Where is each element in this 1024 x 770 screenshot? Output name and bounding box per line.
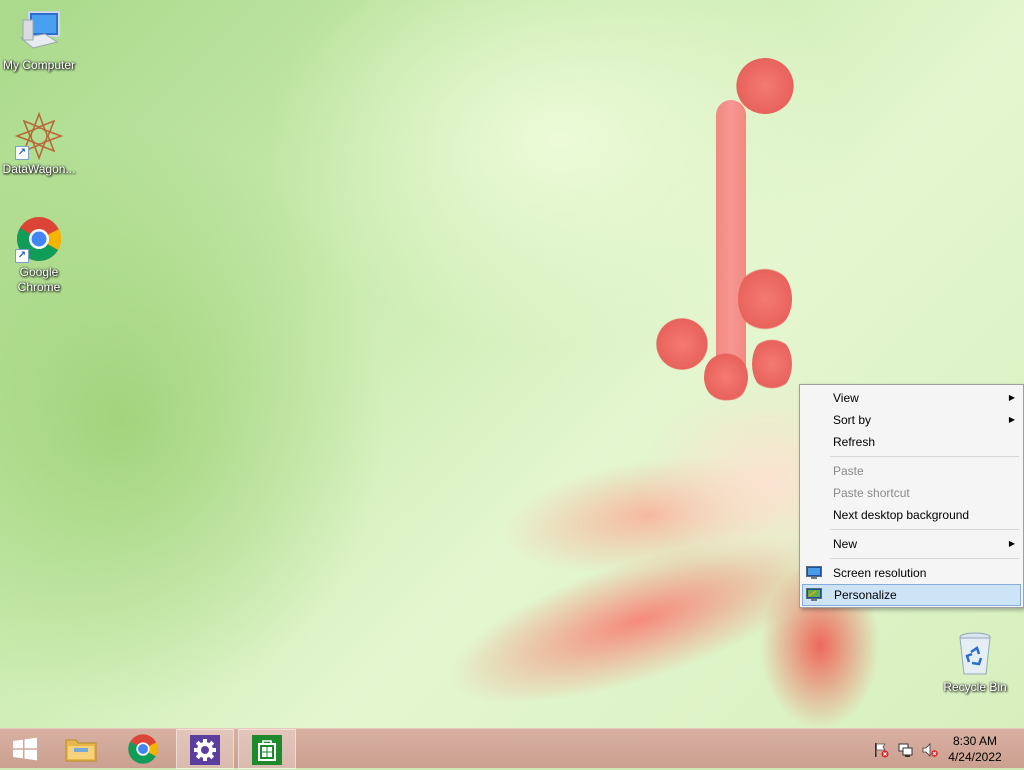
desktop-icon-my-computer[interactable]: My Computer [0, 8, 79, 73]
menu-item-label: Sort by [833, 413, 872, 427]
menu-item-refresh[interactable]: Refresh [802, 431, 1021, 453]
desktop-icon-recycle-bin[interactable]: Recycle Bin [935, 630, 1015, 695]
monitor-icon [806, 566, 822, 579]
desktop-icon-label: DataWagon... [2, 162, 76, 176]
menu-item-paste-shortcut: Paste shortcut [802, 482, 1021, 504]
store-icon [252, 735, 282, 765]
menu-item-label: Refresh [833, 435, 876, 449]
menu-separator [830, 529, 1019, 530]
clock-date: 4/24/2022 [948, 750, 1002, 764]
windows-start-icon [13, 737, 37, 761]
clock-time: 8:30 AM [952, 734, 998, 748]
wallpaper-flower-stamen [752, 336, 792, 392]
taskbar-file-explorer-button[interactable] [52, 729, 110, 769]
wallpaper-flower-stamen [704, 352, 748, 402]
menu-item-paste: Paste [802, 460, 1021, 482]
menu-item-label: New [833, 537, 858, 551]
desktop-icon-label: Google Chrome [17, 265, 61, 294]
desktop-context-menu: View ▶ Sort by ▶ Refresh Paste Paste sho… [799, 384, 1024, 608]
action-center-flag-icon[interactable] [873, 742, 889, 758]
taskbar-store-button[interactable] [238, 729, 296, 769]
submenu-arrow-icon: ▶ [1008, 415, 1015, 424]
menu-item-label: Paste shortcut [833, 486, 910, 500]
menu-item-view[interactable]: View ▶ [802, 387, 1021, 409]
shortcut-arrow-icon: ↗ [15, 146, 29, 160]
desktop-icon-datawagon[interactable]: ↗ DataWagon... [0, 111, 79, 177]
desktop-icon-label: Recycle Bin [943, 680, 1007, 694]
wallpaper-flower-stamen [736, 58, 794, 114]
submenu-arrow-icon: ▶ [1008, 539, 1015, 548]
wallpaper-flower-stamen [738, 266, 792, 332]
chrome-icon: ↗ [15, 215, 63, 263]
menu-separator [830, 456, 1019, 457]
desktop-icon-google-chrome[interactable]: ↗ Google Chrome [0, 215, 79, 295]
taskbar: 8:30 AM 4/24/2022 [0, 728, 1024, 769]
menu-item-label: View [833, 391, 859, 405]
menu-item-sort-by[interactable]: Sort by ▶ [802, 409, 1021, 431]
menu-item-next-desktop-background[interactable]: Next desktop background [802, 504, 1021, 526]
recycle-bin-icon [951, 630, 999, 678]
menu-separator [830, 558, 1019, 559]
desktop[interactable]: My Computer ↗ DataWagon... ↗ Google Chro… [0, 0, 1024, 728]
computer-icon [15, 8, 63, 56]
menu-item-new[interactable]: New ▶ [802, 533, 1021, 555]
wallpaper-flower-stamen [656, 318, 708, 370]
menu-item-label: Paste [833, 464, 864, 478]
start-button[interactable] [0, 729, 58, 769]
menu-item-label: Next desktop background [833, 508, 970, 522]
menu-item-label: Screen resolution [833, 566, 927, 580]
submenu-arrow-icon: ▶ [1008, 393, 1015, 402]
desktop-icon-label: My Computer [2, 58, 76, 72]
file-explorer-icon [65, 739, 97, 762]
taskbar-chrome-button[interactable] [114, 729, 172, 769]
menu-item-personalize[interactable]: Personalize [802, 584, 1021, 606]
taskbar-settings-button[interactable] [176, 729, 234, 769]
network-icon[interactable] [898, 742, 914, 758]
menu-item-label: Personalize [834, 588, 897, 602]
settings-gear-icon [190, 735, 220, 765]
shortcut-arrow-icon: ↗ [15, 249, 29, 263]
chrome-icon [128, 734, 158, 764]
taskbar-clock[interactable]: 8:30 AM 4/24/2022 [940, 733, 1010, 765]
menu-item-screen-resolution[interactable]: Screen resolution [802, 562, 1021, 584]
monitor-icon [806, 588, 822, 601]
datawagon-logo-icon: ↗ [14, 111, 64, 161]
volume-muted-icon[interactable] [922, 742, 938, 758]
